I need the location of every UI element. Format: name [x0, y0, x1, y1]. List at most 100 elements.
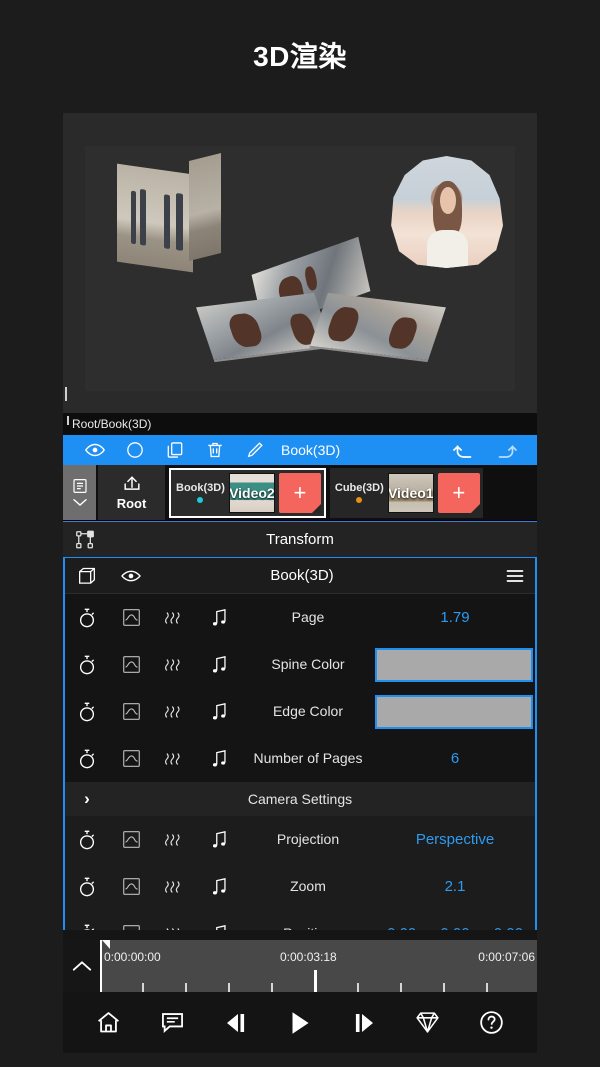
wave-icon[interactable]	[153, 656, 197, 674]
stopwatch-icon[interactable]	[65, 607, 109, 629]
layer-group-book3d[interactable]: Book(3D) Video2 +	[169, 467, 326, 518]
breadcrumb[interactable]: Root/Book(3D)	[63, 413, 537, 435]
curve-graph-icon[interactable]	[109, 830, 153, 849]
trash-icon[interactable]	[195, 440, 235, 460]
section-camera-settings[interactable]: › Camera Settings	[65, 782, 535, 816]
diamond-icon[interactable]	[406, 1002, 448, 1044]
property-row-projection[interactable]: Projection Perspective	[65, 816, 535, 863]
toolbar-object-title: Book(3D)	[281, 442, 341, 458]
wave-icon[interactable]	[153, 609, 197, 627]
layer-menu-button[interactable]	[63, 465, 96, 520]
property-label: Edge Color	[272, 703, 344, 720]
preview-area[interactable]	[63, 113, 537, 413]
layer-group-dot	[356, 497, 363, 503]
pencil-icon[interactable]	[235, 440, 275, 460]
list-icon	[72, 479, 87, 493]
property-row-number-of-pages[interactable]: Number of Pages 6	[65, 735, 535, 782]
root-layer-button[interactable]: Root	[98, 465, 165, 520]
canvas-edge-marker	[65, 387, 67, 401]
music-note-icon[interactable]	[197, 877, 241, 897]
color-swatch[interactable]	[375, 694, 533, 729]
stopwatch-icon[interactable]	[65, 876, 109, 898]
root-layer-label: Root	[116, 495, 147, 511]
curve-graph-icon[interactable]	[109, 749, 153, 768]
layer-clip-label: Video2	[229, 484, 275, 501]
stopwatch-icon[interactable]	[65, 654, 109, 676]
add-clip-button[interactable]: +	[437, 472, 480, 513]
eye-icon[interactable]	[75, 439, 115, 461]
music-note-icon[interactable]	[197, 608, 241, 628]
book-object[interactable]	[196, 236, 446, 364]
stopwatch-icon[interactable]	[65, 701, 109, 723]
music-note-icon[interactable]	[197, 655, 241, 675]
comment-icon[interactable]	[152, 1002, 194, 1044]
wave-icon[interactable]	[153, 925, 197, 930]
redo-icon[interactable]	[485, 438, 525, 462]
book-page-left	[196, 292, 332, 361]
property-value-vector[interactable]: 0.00 0.00 0.00	[375, 925, 535, 930]
curve-graph-icon[interactable]	[109, 702, 153, 721]
timeline-playhead-flag[interactable]	[102, 940, 110, 949]
object-header[interactable]: Book(3D)	[65, 558, 535, 594]
breadcrumb-marker	[67, 416, 69, 425]
music-note-icon[interactable]	[197, 830, 241, 850]
property-label: Position	[241, 925, 375, 930]
curve-graph-icon[interactable]	[109, 655, 153, 674]
render-canvas[interactable]	[85, 146, 515, 391]
timeline-track[interactable]: 0:00:00:00 0:00:03:18 0:00:07:06	[100, 940, 537, 992]
wave-icon[interactable]	[153, 750, 197, 768]
position-z[interactable]: 0.00	[494, 925, 523, 930]
upload-icon	[123, 475, 140, 490]
layer-clip-label: Video1	[387, 484, 434, 501]
cube-object[interactable]	[103, 153, 223, 273]
undo-icon[interactable]	[445, 438, 485, 462]
timeline-label-mid: 0:00:03:18	[280, 950, 337, 964]
music-note-icon[interactable]	[197, 924, 241, 930]
stopwatch-icon[interactable]	[65, 923, 109, 930]
position-x[interactable]: 0.00	[387, 925, 416, 930]
wave-icon[interactable]	[153, 878, 197, 896]
timeline[interactable]: 0:00:00:00 0:00:03:18 0:00:07:06	[63, 940, 537, 992]
prev-frame-icon[interactable]	[215, 1002, 257, 1044]
transform-icon	[63, 529, 107, 551]
property-row-edge-color[interactable]: Edge Color	[65, 688, 535, 735]
property-value[interactable]: 2.1	[375, 878, 535, 895]
curve-graph-icon[interactable]	[109, 608, 153, 627]
layer-group-cube3d[interactable]: Cube(3D) Video1 +	[329, 467, 483, 518]
layer-group-info: Cube(3D)	[335, 482, 384, 503]
property-row-spine-color[interactable]: Spine Color	[65, 641, 535, 688]
layer-clip-thumbnail[interactable]: Video1	[387, 472, 434, 513]
wave-icon[interactable]	[153, 703, 197, 721]
property-row-position[interactable]: Position 0.00 0.00 0.00	[65, 910, 535, 930]
wave-icon[interactable]	[153, 831, 197, 849]
color-swatch[interactable]	[375, 647, 533, 682]
property-row-page[interactable]: Page 1.79	[65, 594, 535, 641]
layer-clip-thumbnail[interactable]: Video2	[228, 472, 275, 513]
hamburger-menu-icon[interactable]	[495, 568, 535, 584]
property-value[interactable]: 6	[375, 750, 535, 767]
add-clip-button[interactable]: +	[278, 472, 321, 513]
chevron-right-icon[interactable]: ›	[65, 789, 109, 809]
layer-group-dot	[197, 497, 204, 503]
help-icon[interactable]	[470, 1002, 512, 1044]
blob-object[interactable]	[391, 156, 503, 268]
property-row-zoom[interactable]: Zoom 2.1	[65, 863, 535, 910]
stopwatch-icon[interactable]	[65, 829, 109, 851]
curve-graph-icon[interactable]	[109, 877, 153, 896]
property-value[interactable]: 1.79	[375, 609, 535, 626]
property-value[interactable]: Perspective	[375, 831, 535, 848]
position-y[interactable]: 0.00	[440, 925, 469, 930]
layer-group-name: Cube(3D)	[334, 482, 384, 494]
stopwatch-icon[interactable]	[65, 748, 109, 770]
circle-icon[interactable]	[115, 440, 155, 460]
next-frame-icon[interactable]	[343, 1002, 385, 1044]
duplicate-icon[interactable]	[155, 440, 195, 460]
music-note-icon[interactable]	[197, 702, 241, 722]
home-icon[interactable]	[88, 1002, 130, 1044]
play-icon[interactable]	[279, 1002, 321, 1044]
curve-graph-icon[interactable]	[109, 924, 153, 930]
chevron-up-icon[interactable]	[63, 940, 100, 992]
music-note-icon[interactable]	[197, 749, 241, 769]
object-toolbar: Book(3D)	[63, 435, 537, 465]
transform-row[interactable]: Transform	[63, 521, 537, 558]
